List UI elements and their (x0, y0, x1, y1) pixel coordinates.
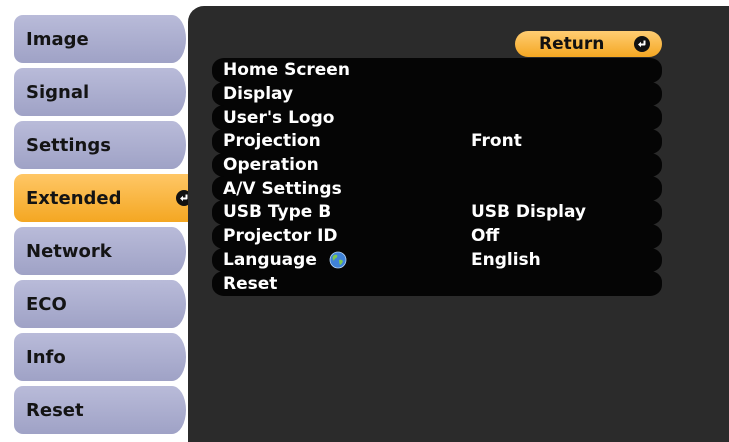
sidebar-item-label: Signal (26, 81, 90, 103)
menu-item-home-screen[interactable]: Home Screen (212, 58, 662, 83)
menu-item-label: Home Screen (223, 60, 350, 81)
menu-item-usb-type-b[interactable]: USB Type B USB Display (212, 200, 662, 225)
sidebar-item-label: Settings (26, 134, 111, 156)
sidebar-item-image[interactable]: Image (14, 15, 186, 63)
menu-item-value: Front (471, 131, 522, 152)
sidebar-item-reset[interactable]: Reset (14, 386, 186, 434)
menu-item-value: Off (471, 226, 500, 247)
sidebar-item-signal[interactable]: Signal (14, 68, 186, 116)
sidebar-item-info[interactable]: Info (14, 333, 186, 381)
menu-item-label-wrap: Language (223, 250, 347, 270)
sidebar-item-eco[interactable]: ECO (14, 280, 186, 328)
menu-item-label: Display (223, 84, 294, 105)
sidebar-item-label: Reset (26, 399, 84, 421)
menu-item-label: Projector ID (223, 226, 338, 247)
return-button[interactable]: Return (515, 31, 662, 57)
sidebar-item-label: ECO (26, 293, 67, 315)
menu-item-value: USB Display (471, 202, 587, 223)
sidebar-item-extended[interactable]: Extended (14, 174, 202, 222)
menu-item-projection[interactable]: Projection Front (212, 129, 662, 154)
sidebar-item-label: Extended (26, 187, 122, 209)
menu-item-label: Language (223, 249, 317, 270)
menu-item-reset[interactable]: Reset (212, 271, 662, 296)
enter-icon (634, 36, 650, 52)
menu-item-label: Projection (223, 131, 321, 152)
menu-item-label: Operation (223, 155, 319, 176)
menu-item-display[interactable]: Display (212, 81, 662, 107)
menu-item-label: USB Type B (223, 202, 332, 223)
menu-item-projector-id[interactable]: Projector ID Off (212, 223, 662, 249)
sidebar-item-label: Image (26, 28, 89, 50)
sidebar-item-network[interactable]: Network (14, 227, 186, 275)
menu-item-users-logo[interactable]: User's Logo (212, 105, 662, 131)
return-button-label: Return (539, 34, 605, 54)
sidebar: Image Signal Settings Extended Network E… (14, 15, 202, 435)
menu-item-operation[interactable]: Operation (212, 152, 662, 178)
sidebar-item-label: Info (26, 346, 66, 368)
sidebar-item-settings[interactable]: Settings (14, 121, 186, 169)
menu-item-av-settings[interactable]: A/V Settings (212, 176, 662, 202)
menu-item-language[interactable]: Language English (212, 247, 662, 273)
menu-item-label: User's Logo (223, 107, 335, 128)
menu-item-label: Reset (223, 273, 278, 294)
extended-panel: Return Home Screen Display User's Logo P… (188, 6, 729, 442)
globe-icon (329, 251, 347, 269)
menu-item-label: A/V Settings (223, 178, 342, 199)
menu-item-value: English (471, 249, 541, 270)
menu-list: Home Screen Display User's Logo Projecti… (212, 58, 662, 296)
sidebar-item-label: Network (26, 240, 112, 262)
